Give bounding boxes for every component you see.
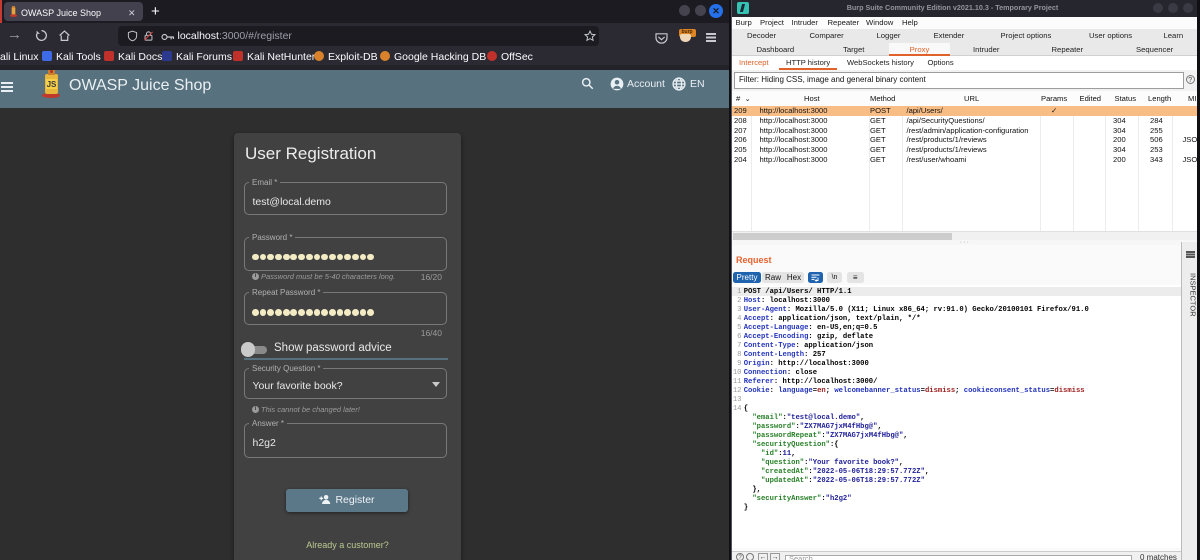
- svg-text:JS: JS: [47, 80, 57, 89]
